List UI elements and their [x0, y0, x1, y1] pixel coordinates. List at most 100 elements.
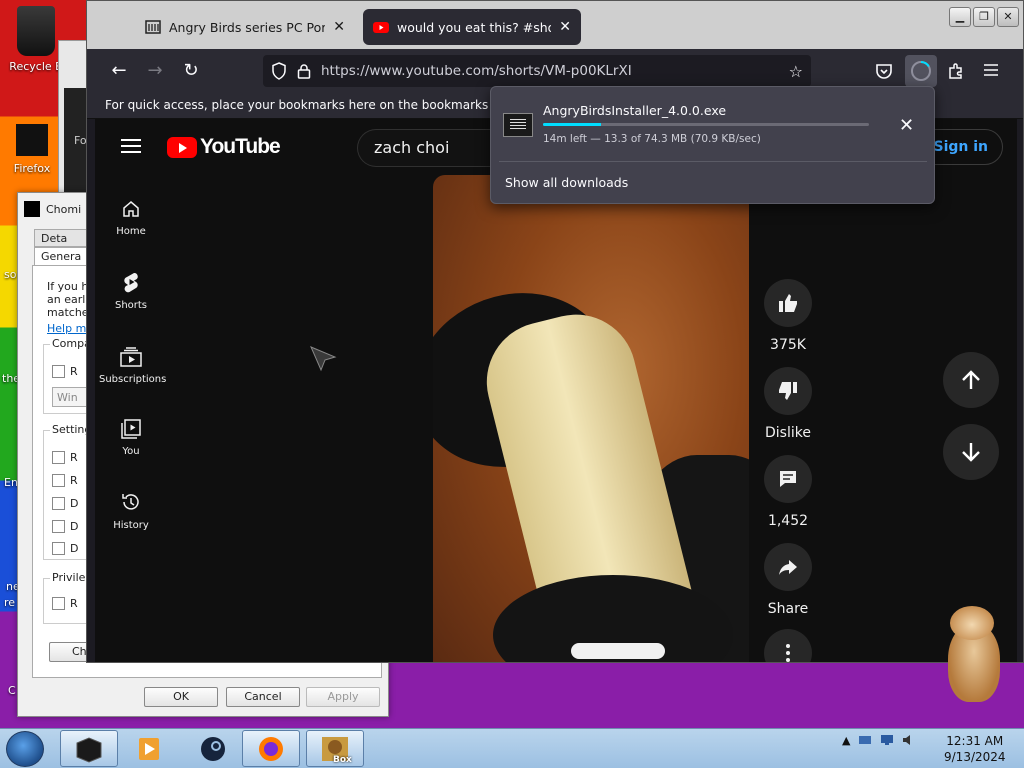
subscriptions-icon	[120, 347, 142, 367]
volume-icon[interactable]	[902, 733, 916, 747]
back-button[interactable]: ←	[107, 59, 131, 83]
you-icon	[121, 419, 141, 439]
download-status: 14m left — 13.3 of 74.3 MB (70.9 KB/sec)	[543, 133, 761, 145]
archive-icon	[145, 20, 161, 34]
mouse-cursor-icon	[310, 346, 337, 372]
setting-label: D	[70, 497, 79, 510]
extensions-puzzle-icon[interactable]	[947, 62, 965, 80]
compat-mode-checkbox[interactable]	[52, 365, 65, 378]
compat-mode-label: R	[70, 365, 78, 378]
close-tab-icon[interactable]: ✕	[333, 19, 345, 35]
youtube-logo-text: YouTube	[200, 135, 281, 158]
hamster-head	[950, 606, 994, 640]
share-action[interactable]: Share	[763, 543, 813, 617]
youtube-logo[interactable]: YouTube	[167, 135, 281, 159]
guide-menu-icon[interactable]	[121, 139, 141, 153]
cancel-download-icon[interactable]: ✕	[899, 115, 914, 136]
arrow-up-icon	[962, 370, 980, 389]
previous-short-button[interactable]	[943, 352, 999, 408]
run-as-admin-label: R	[70, 597, 78, 610]
url-bar[interactable]: https://www.youtube.com/shorts/VM-p00KLr…	[263, 55, 811, 87]
sidebar-item-home[interactable]: Home	[99, 199, 163, 237]
sidebar-item-you[interactable]: You	[99, 419, 163, 457]
sign-in-label: Sign in	[933, 139, 988, 155]
network-icon[interactable]	[858, 733, 872, 747]
tracking-protection-shield-icon[interactable]	[271, 62, 287, 80]
arrow-down-icon	[962, 443, 980, 462]
hamster-desktop-pet[interactable]	[940, 606, 1006, 706]
download-progress-fill	[543, 123, 602, 126]
setting-checkbox[interactable]	[52, 474, 65, 487]
thumbs-up-icon	[779, 294, 797, 312]
dialog-title-bar: Chomi	[24, 201, 81, 217]
dislike-label: Dislike	[765, 425, 811, 441]
share-button[interactable]	[764, 543, 812, 591]
comments-action[interactable]: 1,452	[763, 455, 813, 529]
shorts-video-player[interactable]	[433, 175, 749, 662]
setting-label: R	[70, 474, 78, 487]
more-action[interactable]	[763, 629, 813, 662]
pocket-icon[interactable]	[875, 62, 893, 80]
video-overlay-pill	[571, 643, 665, 659]
taskbar-app-firefox[interactable]	[242, 730, 300, 767]
cancel-button[interactable]: Cancel	[226, 687, 300, 707]
more-options-button[interactable]	[764, 629, 812, 662]
comments-button[interactable]	[764, 455, 812, 503]
setting-label: D	[70, 520, 79, 533]
run-as-admin-checkbox[interactable]	[52, 597, 65, 610]
next-short-button[interactable]	[943, 424, 999, 480]
thumbs-down-icon	[779, 382, 797, 400]
show-hidden-icons-icon[interactable]: ▲	[842, 734, 850, 747]
tab-youtube-short[interactable]: would you eat this? #shorts - Yo ✕	[363, 9, 581, 45]
share-arrow-icon	[779, 560, 797, 575]
firefox-desktop-label: Firefox	[13, 162, 51, 175]
tab-title: would you eat this? #shorts - Yo	[397, 19, 551, 35]
shorts-icon	[124, 272, 138, 293]
download-filename[interactable]: AngryBirdsInstaller_4.0.0.exe	[543, 103, 726, 118]
sidebar-item-label: Home	[116, 226, 146, 237]
close-window-button[interactable]: ✕	[997, 7, 1019, 27]
like-button[interactable]	[764, 279, 812, 327]
reload-button[interactable]: ↻	[179, 59, 203, 83]
lock-icon[interactable]	[297, 63, 311, 79]
taskbar-app-box[interactable]: Box	[306, 730, 364, 767]
dislike-action[interactable]: Dislike	[763, 367, 813, 441]
start-button[interactable]	[6, 731, 44, 767]
help-link[interactable]: Help m	[47, 322, 86, 335]
setting-checkbox[interactable]	[52, 451, 65, 464]
bookmark-star-icon[interactable]: ☆	[789, 62, 803, 81]
show-all-downloads-button[interactable]: Show all downloads	[505, 175, 628, 190]
tab-angry-birds-ports[interactable]: Angry Birds series PC Ports : Ro ✕	[135, 9, 355, 45]
setting-checkbox[interactable]	[52, 542, 65, 555]
steam-icon	[201, 736, 225, 761]
sidebar-item-label: You	[122, 446, 140, 457]
hamburger-menu-icon[interactable]	[983, 63, 999, 77]
taskbar-clock[interactable]: 12:31 AM 9/13/2024	[944, 733, 1006, 765]
box-app-label: Box	[333, 755, 352, 765]
setting-checkbox[interactable]	[52, 520, 65, 533]
sidebar-item-subscriptions[interactable]: Subscriptions	[99, 347, 166, 385]
close-tab-icon[interactable]: ✕	[559, 19, 571, 35]
downloads-panel: AngryBirdsInstaller_4.0.0.exe 14m left —…	[490, 86, 935, 204]
like-count: 375K	[770, 337, 806, 353]
download-progress-icon	[911, 60, 931, 81]
more-vert-icon	[786, 644, 790, 662]
monitor-icon[interactable]	[880, 733, 894, 747]
dislike-button[interactable]	[764, 367, 812, 415]
like-action[interactable]: 375K	[763, 279, 813, 353]
terminal-icon	[76, 736, 102, 763]
minimize-button[interactable]: ▁	[949, 7, 971, 27]
firefox-desktop-icon[interactable]: Firefox	[0, 124, 64, 175]
youtube-icon	[373, 22, 389, 33]
maximize-button[interactable]: ❐	[973, 7, 995, 27]
taskbar-app-steam[interactable]	[184, 730, 242, 767]
setting-checkbox[interactable]	[52, 497, 65, 510]
url-text[interactable]: https://www.youtube.com/shorts/VM-p00KLr…	[321, 63, 779, 79]
taskbar-app-media-player[interactable]	[120, 730, 178, 767]
share-label: Share	[767, 601, 809, 617]
taskbar-app-terminal[interactable]	[60, 730, 118, 767]
sidebar-item-shorts[interactable]: Shorts	[99, 271, 163, 311]
sidebar-item-history[interactable]: History	[99, 491, 163, 531]
ok-button[interactable]: OK	[144, 687, 218, 707]
downloads-button[interactable]	[905, 55, 937, 87]
